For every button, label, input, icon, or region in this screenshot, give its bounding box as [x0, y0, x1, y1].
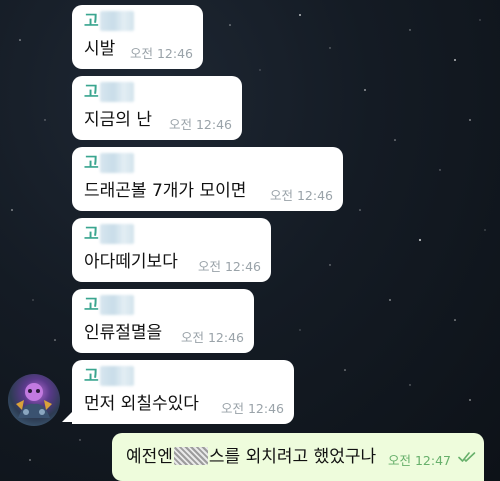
blurred-sender-name: [100, 82, 134, 102]
blurred-sender-name: [100, 11, 134, 31]
bubble-tail: [62, 408, 76, 422]
message-time: 오전 12:46: [169, 117, 232, 132]
incoming-message[interactable]: 고 아다떼기보다 오전 12:46: [72, 218, 271, 282]
blurred-sender-name: [100, 295, 134, 315]
message-time: 오전 12:46: [270, 188, 333, 203]
double-check-icon: [458, 452, 476, 462]
incoming-message[interactable]: 고 드래곤볼 7개가 모이면 오전 12:46: [72, 147, 343, 211]
message-text: 지금의 난: [84, 110, 152, 130]
message-text: 아다떼기보다: [84, 252, 178, 272]
incoming-message[interactable]: 고 지금의 난 오전 12:46: [72, 76, 242, 140]
blurred-sender-name: [100, 224, 134, 244]
message-text: 예전엔 스를 외치려고 했었구나: [126, 446, 376, 468]
sender-name[interactable]: 고: [84, 153, 99, 173]
blurred-sender-name: [100, 153, 134, 173]
avatar-character-icon: [16, 383, 52, 418]
sender-name[interactable]: 고: [84, 295, 99, 315]
message-text: 시발: [84, 39, 116, 59]
censored-word: [173, 447, 208, 465]
sender-name[interactable]: 고: [84, 82, 99, 102]
message-text: 먼저 외칠수있다: [84, 394, 199, 414]
sender-name[interactable]: 고: [84, 11, 99, 31]
message-time: 오전 12:47: [388, 453, 451, 468]
incoming-message[interactable]: 고 인류절멸을 오전 12:46: [72, 289, 254, 353]
outgoing-message[interactable]: 예전엔 스를 외치려고 했었구나 오전 12:47: [112, 433, 484, 481]
incoming-message[interactable]: 고 시발 오전 12:46: [72, 5, 203, 69]
message-text: 인류절멸을: [84, 323, 163, 343]
message-time: 오전 12:46: [198, 259, 261, 274]
message-time: 오전 12:46: [181, 330, 244, 345]
avatar[interactable]: [8, 374, 60, 426]
message-text-after: 스를 외치려고 했었구나: [208, 447, 377, 467]
message-text: 드래곤볼 7개가 모이면: [84, 181, 247, 201]
blurred-sender-name: [100, 366, 134, 386]
incoming-message[interactable]: 고 먼저 외칠수있다 오전 12:46: [72, 360, 294, 424]
sender-name[interactable]: 고: [84, 366, 99, 386]
message-text-before: 예전엔: [126, 447, 173, 467]
sender-name[interactable]: 고: [84, 224, 99, 244]
message-time: 오전 12:46: [221, 401, 284, 416]
message-time: 오전 12:46: [130, 46, 193, 61]
